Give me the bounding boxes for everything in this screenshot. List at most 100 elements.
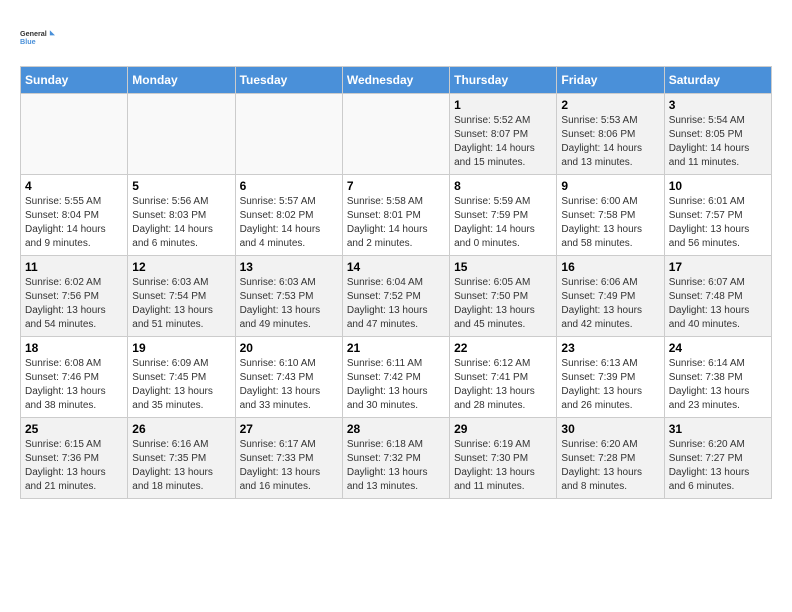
calendar-cell: 8 Sunrise: 5:59 AMSunset: 7:59 PMDaylight… [450,175,557,256]
day-number: 31 [669,422,767,436]
day-number: 21 [347,341,445,355]
day-info: Sunrise: 6:12 AMSunset: 7:41 PMDaylight:… [454,357,552,413]
calendar-cell: 21 Sunrise: 6:11 AMSunset: 7:42 PMDayligh… [342,337,449,418]
day-number: 25 [25,422,123,436]
day-number: 16 [561,260,659,274]
day-number: 5 [132,179,230,193]
calendar-cell: 16 Sunrise: 6:06 AMSunset: 7:49 PMDayligh… [557,256,664,337]
calendar-cell: 1 Sunrise: 5:52 AMSunset: 8:07 PMDaylight… [450,94,557,175]
day-info: Sunrise: 5:58 AMSunset: 8:01 PMDaylight:… [347,195,445,251]
calendar-cell: 30 Sunrise: 6:20 AMSunset: 7:28 PMDayligh… [557,418,664,499]
day-info: Sunrise: 6:08 AMSunset: 7:46 PMDaylight:… [25,357,123,413]
calendar-cell: 6 Sunrise: 5:57 AMSunset: 8:02 PMDaylight… [235,175,342,256]
day-number: 10 [669,179,767,193]
day-info: Sunrise: 6:15 AMSunset: 7:36 PMDaylight:… [25,438,123,494]
svg-text:Blue: Blue [20,37,36,46]
day-info: Sunrise: 5:57 AMSunset: 8:02 PMDaylight:… [240,195,338,251]
day-info: Sunrise: 6:05 AMSunset: 7:50 PMDaylight:… [454,276,552,332]
day-number: 2 [561,98,659,112]
day-info: Sunrise: 5:59 AMSunset: 7:59 PMDaylight:… [454,195,552,251]
calendar-cell: 19Sunrise: 6:09 AMSunset: 7:45 PMDayligh… [128,337,235,418]
day-number: 22 [454,341,552,355]
calendar-week-row: 25 Sunrise: 6:15 AMSunset: 7:36 PMDayligh… [21,418,772,499]
day-number: 27 [240,422,338,436]
day-info: Sunrise: 6:04 AMSunset: 7:52 PMDaylight:… [347,276,445,332]
day-number: 24 [669,341,767,355]
day-info: Sunrise: 6:07 AMSunset: 7:48 PMDaylight:… [669,276,767,332]
day-info: Sunrise: 6:03 AMSunset: 7:53 PMDaylight:… [240,276,338,332]
day-info: Sunrise: 6:11 AMSunset: 7:42 PMDaylight:… [347,357,445,413]
calendar-cell: 4Sunrise: 5:55 AMSunset: 8:04 PMDaylight… [21,175,128,256]
day-number: 26 [132,422,230,436]
day-info: Sunrise: 6:19 AMSunset: 7:30 PMDaylight:… [454,438,552,494]
day-number: 11 [25,260,123,274]
day-info: Sunrise: 6:14 AMSunset: 7:38 PMDaylight:… [669,357,767,413]
page-header: General Blue [20,20,772,56]
calendar-day-header: Saturday [664,67,771,94]
day-number: 7 [347,179,445,193]
calendar-cell: 28Sunrise: 6:18 AMSunset: 7:32 PMDayligh… [342,418,449,499]
day-number: 9 [561,179,659,193]
day-number: 23 [561,341,659,355]
logo: General Blue [20,20,56,56]
calendar-cell: 7 Sunrise: 5:58 AMSunset: 8:01 PMDaylight… [342,175,449,256]
day-info: Sunrise: 6:09 AMSunset: 7:45 PMDaylight:… [132,357,230,413]
calendar-day-header: Sunday [21,67,128,94]
calendar-cell: 20Sunrise: 6:10 AMSunset: 7:43 PMDayligh… [235,337,342,418]
calendar-cell: 17Sunrise: 6:07 AMSunset: 7:48 PMDayligh… [664,256,771,337]
calendar-cell: 24 Sunrise: 6:14 AMSunset: 7:38 PMDayligh… [664,337,771,418]
day-number: 18 [25,341,123,355]
day-info: Sunrise: 6:01 AMSunset: 7:57 PMDaylight:… [669,195,767,251]
day-number: 3 [669,98,767,112]
calendar-cell: 27 Sunrise: 6:17 AMSunset: 7:33 PMDayligh… [235,418,342,499]
day-number: 4 [25,179,123,193]
calendar-cell: 9 Sunrise: 6:00 AMSunset: 7:58 PMDaylight… [557,175,664,256]
day-info: Sunrise: 6:20 AMSunset: 7:28 PMDaylight:… [561,438,659,494]
calendar-cell [21,94,128,175]
day-info: Sunrise: 6:17 AMSunset: 7:33 PMDaylight:… [240,438,338,494]
day-info: Sunrise: 6:20 AMSunset: 7:27 PMDaylight:… [669,438,767,494]
calendar-cell: 2 Sunrise: 5:53 AMSunset: 8:06 PMDaylight… [557,94,664,175]
calendar-cell: 3Sunrise: 5:54 AMSunset: 8:05 PMDaylight… [664,94,771,175]
calendar-day-header: Thursday [450,67,557,94]
calendar-cell: 15 Sunrise: 6:05 AMSunset: 7:50 PMDayligh… [450,256,557,337]
day-number: 15 [454,260,552,274]
calendar-header-row: SundayMondayTuesdayWednesdayThursdayFrid… [21,67,772,94]
day-number: 29 [454,422,552,436]
day-number: 30 [561,422,659,436]
svg-text:General: General [20,29,47,38]
day-number: 12 [132,260,230,274]
calendar-cell [128,94,235,175]
day-info: Sunrise: 5:52 AMSunset: 8:07 PMDaylight:… [454,114,552,170]
calendar-cell: 23Sunrise: 6:13 AMSunset: 7:39 PMDayligh… [557,337,664,418]
day-info: Sunrise: 6:03 AMSunset: 7:54 PMDaylight:… [132,276,230,332]
calendar-cell: 26 Sunrise: 6:16 AMSunset: 7:35 PMDayligh… [128,418,235,499]
calendar-cell: 25 Sunrise: 6:15 AMSunset: 7:36 PMDayligh… [21,418,128,499]
calendar-day-header: Tuesday [235,67,342,94]
calendar-week-row: 11 Sunrise: 6:02 AMSunset: 7:56 PMDayligh… [21,256,772,337]
day-number: 6 [240,179,338,193]
calendar-cell: 22 Sunrise: 6:12 AMSunset: 7:41 PMDayligh… [450,337,557,418]
day-info: Sunrise: 6:00 AMSunset: 7:58 PMDaylight:… [561,195,659,251]
calendar-cell: 14 Sunrise: 6:04 AMSunset: 7:52 PMDayligh… [342,256,449,337]
calendar-cell [342,94,449,175]
calendar-day-header: Friday [557,67,664,94]
calendar-cell: 29 Sunrise: 6:19 AMSunset: 7:30 PMDayligh… [450,418,557,499]
day-number: 14 [347,260,445,274]
day-info: Sunrise: 6:02 AMSunset: 7:56 PMDaylight:… [25,276,123,332]
day-info: Sunrise: 6:16 AMSunset: 7:35 PMDaylight:… [132,438,230,494]
calendar-cell: 11 Sunrise: 6:02 AMSunset: 7:56 PMDayligh… [21,256,128,337]
calendar-cell [235,94,342,175]
calendar-cell: 12 Sunrise: 6:03 AMSunset: 7:54 PMDayligh… [128,256,235,337]
day-info: Sunrise: 6:18 AMSunset: 7:32 PMDaylight:… [347,438,445,494]
calendar-cell: 10 Sunrise: 6:01 AMSunset: 7:57 PMDayligh… [664,175,771,256]
day-info: Sunrise: 6:10 AMSunset: 7:43 PMDaylight:… [240,357,338,413]
day-number: 1 [454,98,552,112]
day-info: Sunrise: 5:56 AMSunset: 8:03 PMDaylight:… [132,195,230,251]
day-info: Sunrise: 5:53 AMSunset: 8:06 PMDaylight:… [561,114,659,170]
day-info: Sunrise: 6:06 AMSunset: 7:49 PMDaylight:… [561,276,659,332]
calendar-day-header: Wednesday [342,67,449,94]
calendar-cell: 31 Sunrise: 6:20 AMSunset: 7:27 PMDayligh… [664,418,771,499]
day-number: 8 [454,179,552,193]
calendar-week-row: 1 Sunrise: 5:52 AMSunset: 8:07 PMDaylight… [21,94,772,175]
